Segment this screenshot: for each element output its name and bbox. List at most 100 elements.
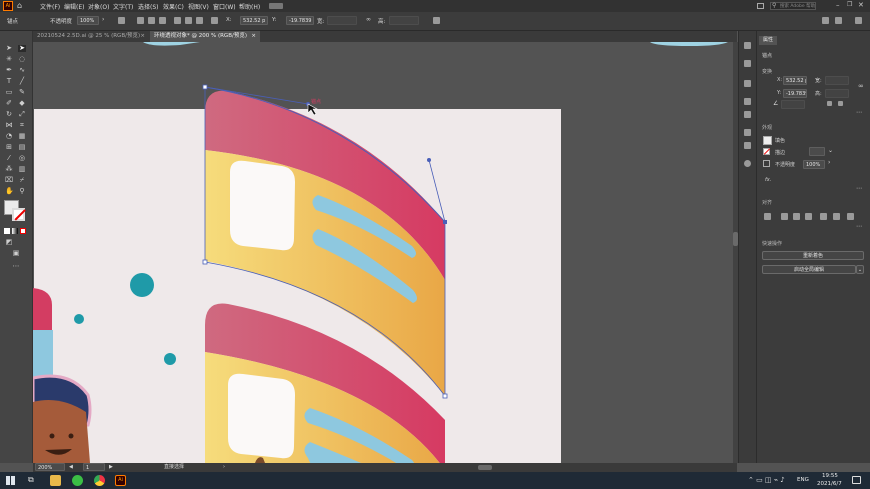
status-menu-icon[interactable]: › <box>223 463 225 472</box>
gradient-tool-icon[interactable]: ▤ <box>18 144 26 151</box>
align-center-icon[interactable] <box>148 17 155 24</box>
opacity-field[interactable]: 100% <box>77 16 99 25</box>
perspective-grid-icon[interactable]: ▦ <box>18 133 26 140</box>
w-field[interactable] <box>327 16 357 25</box>
close-icon[interactable]: × <box>251 31 256 42</box>
selection-tool-icon[interactable]: ➤ <box>5 45 13 52</box>
stroke-swatch[interactable] <box>12 208 26 221</box>
symbol-sprayer-icon[interactable]: ⁂ <box>5 166 13 173</box>
y-field[interactable]: -19.7839 <box>286 16 314 25</box>
curvature-tool-icon[interactable]: ∿ <box>18 67 26 74</box>
zoom-field[interactable]: 200% <box>35 463 65 471</box>
panel-w-field[interactable] <box>825 76 849 85</box>
screen-mode-icon[interactable]: ▣ <box>12 250 20 257</box>
workspace-switcher[interactable] <box>269 3 283 9</box>
align-bottom-icon[interactable] <box>847 213 854 220</box>
paintbrush-icon[interactable]: ✎ <box>18 89 26 96</box>
symbols-icon[interactable] <box>744 111 751 118</box>
global-edit-button[interactable]: 启动全局编辑 <box>762 265 856 274</box>
more-options-icon[interactable]: ⋯ <box>856 185 862 192</box>
color-mode-icon[interactable] <box>4 228 10 234</box>
wechat-icon[interactable] <box>72 475 83 486</box>
export-icon[interactable] <box>744 129 751 136</box>
align-bottom-icon[interactable] <box>196 17 203 24</box>
align-top-icon[interactable] <box>174 17 181 24</box>
file-explorer-icon[interactable] <box>50 475 61 486</box>
menu-select[interactable]: 选择(S) <box>138 2 159 11</box>
link-icon[interactable]: ∞ <box>366 16 371 23</box>
align-left-icon[interactable] <box>781 213 788 220</box>
illustrator-taskbar-icon[interactable]: Ai <box>115 475 126 486</box>
align-right-icon[interactable] <box>805 213 812 220</box>
align-right-icon[interactable] <box>159 17 166 24</box>
menu-help[interactable]: 帮助(H) <box>239 2 260 11</box>
chrome-icon[interactable] <box>94 475 105 486</box>
more-options-icon[interactable]: ⋯ <box>856 109 862 116</box>
swatches-icon[interactable] <box>744 98 751 105</box>
appearance-icon[interactable] <box>744 160 751 167</box>
menu-object[interactable]: 对象(O) <box>88 2 109 11</box>
panel-x-field[interactable]: 532.52 p <box>783 76 807 85</box>
fx-button[interactable]: fx. <box>765 177 771 183</box>
align-left-icon[interactable] <box>137 17 144 24</box>
tab-doc-2[interactable]: 环绕透视对象* @ 200 % (RGB/预览) × <box>150 31 260 42</box>
canvas[interactable]: 锚点 <box>33 42 733 463</box>
menu-window[interactable]: 窗口(W) <box>213 2 236 11</box>
mesh-tool-icon[interactable]: ⊞ <box>5 144 13 151</box>
arrange-icon[interactable] <box>835 17 842 24</box>
shape-builder-icon[interactable]: ◔ <box>5 133 13 140</box>
graph-tool-icon[interactable]: ▥ <box>18 166 26 173</box>
line-tool-icon[interactable]: ╱ <box>18 78 26 85</box>
align-to-icon[interactable] <box>764 213 771 220</box>
transform-icon[interactable] <box>211 17 218 24</box>
panel-menu-icon[interactable] <box>822 17 829 24</box>
free-transform-icon[interactable]: ⌗ <box>18 122 26 129</box>
clock-date[interactable]: 2021/6/7 <box>817 481 842 487</box>
gradient-mode-icon[interactable] <box>12 228 18 234</box>
more-options-icon[interactable]: ⋯ <box>856 223 862 230</box>
minimize-icon[interactable]: – <box>836 1 840 9</box>
artboard-tool-icon[interactable]: ⌧ <box>5 177 13 184</box>
rectangle-tool-icon[interactable]: ▭ <box>5 89 13 96</box>
align-hcenter-icon[interactable] <box>793 213 800 220</box>
home-icon[interactable]: ⌂ <box>17 2 25 10</box>
recolor-button[interactable]: 重新着色 <box>762 251 864 260</box>
ime-indicator[interactable]: ENG <box>797 477 809 483</box>
search-field[interactable]: ⚲ 搜索 Adobe 帮助 <box>770 2 816 10</box>
flip-horizontal-icon[interactable] <box>827 101 832 106</box>
scale-tool-icon[interactable]: ⤢ <box>18 111 26 118</box>
panel-opacity-field[interactable]: 100% <box>803 160 825 169</box>
draw-mode-icon[interactable]: ◩ <box>5 239 13 246</box>
tray-icons[interactable]: ⌃ ▭ ◫ ⌁ ♪ <box>748 476 785 484</box>
stroke-weight-field[interactable] <box>809 147 825 156</box>
menu-file[interactable]: 文件(F) <box>40 2 60 11</box>
artboard-number-field[interactable]: 1 <box>83 463 105 471</box>
panel-tab[interactable]: 属性 <box>759 36 777 45</box>
horizontal-scroll-thumb[interactable] <box>478 465 492 470</box>
pathfinder-icon[interactable] <box>744 142 751 149</box>
hand-tool-icon[interactable]: ✋ <box>5 188 14 195</box>
shaper-tool-icon[interactable]: ✐ <box>5 100 13 107</box>
chevron-right-icon[interactable]: › <box>828 159 830 166</box>
tab-doc-1[interactable]: 20210524 2.5D.ai @ 25 % (RGB/预览) × <box>33 31 149 42</box>
chevron-right-icon[interactable]: › <box>102 16 104 23</box>
close-icon[interactable]: × <box>140 31 145 42</box>
fill-swatch-small[interactable] <box>763 136 772 145</box>
eyedropper-icon[interactable]: ⁄ <box>5 155 13 162</box>
panel-y-field[interactable]: -19.7839 <box>783 89 807 98</box>
x-field[interactable]: 532.52 p <box>240 16 268 25</box>
constrain-link-icon[interactable]: ∞ <box>858 82 864 90</box>
menu-effect[interactable]: 效果(C) <box>163 2 184 11</box>
slice-tool-icon[interactable]: ⌿ <box>18 177 26 184</box>
h-field[interactable] <box>389 16 419 25</box>
eraser-icon[interactable]: ◆ <box>18 100 26 107</box>
menu-type[interactable]: 文字(T) <box>113 2 133 11</box>
libraries-icon[interactable] <box>744 60 751 67</box>
properties-icon[interactable] <box>744 80 751 87</box>
notification-icon[interactable] <box>852 476 861 484</box>
recolor-icon[interactable] <box>118 17 125 24</box>
chevron-down-icon[interactable]: ⌄ <box>828 147 833 154</box>
zoom-tool-icon[interactable]: ⚲ <box>18 188 26 195</box>
rotate-tool-icon[interactable]: ↻ <box>5 111 13 118</box>
isolate-icon[interactable] <box>433 17 440 24</box>
